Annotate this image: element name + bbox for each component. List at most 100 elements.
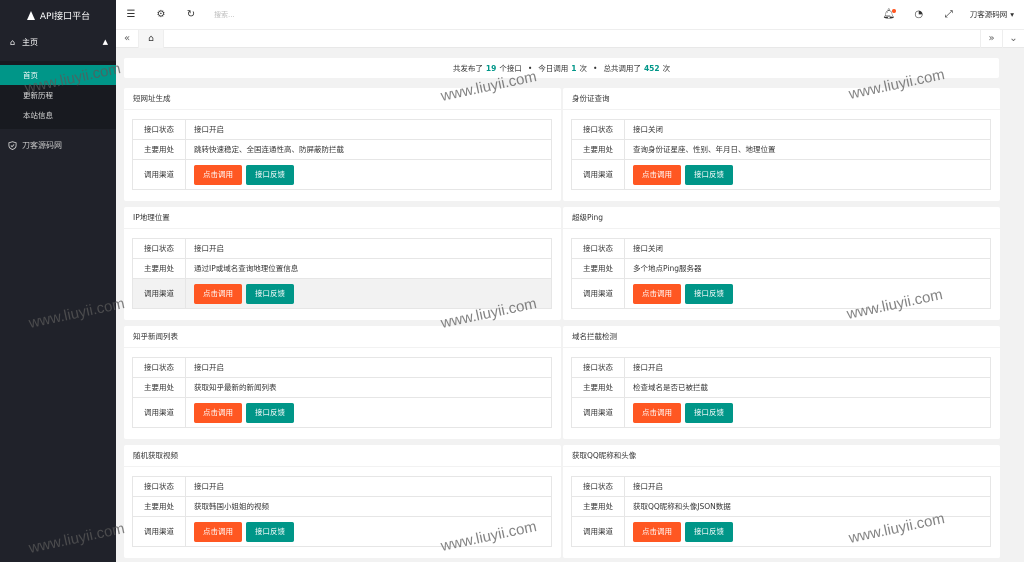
call-api-button[interactable]: 点击调用	[633, 521, 681, 542]
theme-button[interactable]: ⚙	[146, 0, 176, 30]
channel-label: 调用渠道	[571, 516, 625, 547]
api-status: 接口关闭	[624, 238, 991, 259]
call-api-button[interactable]: 点击调用	[194, 521, 242, 542]
notification-button[interactable]: 🔔︎	[874, 0, 904, 30]
api-status: 接口关闭	[624, 119, 991, 140]
feedback-button[interactable]: 接口反馈	[685, 164, 733, 185]
stats-api-count: 19	[485, 63, 497, 73]
tabs-bar: « ⌂ » ⌄	[116, 29, 1024, 48]
stats-today-count: 1	[571, 63, 577, 73]
feedback-button[interactable]: 接口反馈	[246, 402, 294, 423]
tabs-right: » ⌄	[980, 29, 1024, 48]
api-card: 知乎新闻列表 接口状态 接口开启 主要用处 获取知乎最新的新闻列表 调用渠道 点击调用…	[124, 326, 561, 439]
usage-label: 主要用处	[571, 139, 625, 160]
theme-color-button[interactable]: ◔	[904, 0, 934, 30]
api-actions: 点击调用 接口反馈	[185, 516, 552, 547]
tabs-scroll-right-button[interactable]: »	[980, 29, 1002, 48]
sidebar-item-site[interactable]: 刀客源码网	[0, 133, 116, 157]
api-card-title: 随机获取视频	[124, 445, 561, 467]
api-actions: 点击调用 接口反馈	[624, 397, 991, 428]
api-status: 接口开启	[185, 476, 552, 497]
call-api-button[interactable]: 点击调用	[633, 283, 681, 304]
double-chevron-right-icon: »	[988, 33, 995, 44]
stats-total-count: 452	[643, 63, 660, 73]
call-api-button[interactable]: 点击调用	[633, 402, 681, 423]
status-label: 接口状态	[571, 476, 625, 497]
api-status: 接口开启	[185, 119, 552, 140]
menu-toggle-button[interactable]: ☰	[116, 0, 146, 30]
sidebar-item-info[interactable]: 本站信息	[0, 105, 116, 125]
api-status: 接口开启	[624, 476, 991, 497]
status-label: 接口状态	[132, 476, 186, 497]
api-card-title: 域名拦截检测	[563, 326, 1000, 348]
api-description: 查询身份证星座、性别、年月日、地理位置	[624, 139, 991, 160]
call-api-button[interactable]: 点击调用	[194, 164, 242, 185]
refresh-button[interactable]: ↻	[176, 0, 206, 30]
channel-label: 调用渠道	[132, 516, 186, 547]
feedback-button[interactable]: 接口反馈	[685, 402, 733, 423]
chevron-down-icon: ⌄	[1009, 33, 1018, 44]
stats-total-unit: 次	[662, 63, 671, 73]
sidebar-group-home[interactable]: ⌂ 主页 ▲	[0, 30, 116, 54]
stats-total-prefix: 总共调用了	[603, 63, 641, 73]
api-card: 域名拦截检测 接口状态 接口开启 主要用处 检查域名是否已被拦截 调用渠道 点击调用接…	[563, 326, 1000, 439]
usage-label: 主要用处	[132, 377, 186, 398]
api-card: 身份证查询 接口状态 接口关闭 主要用处 查询身份证星座、性别、年月日、地理位置 调…	[563, 88, 1000, 201]
fullscreen-button[interactable]: ⤢	[934, 0, 964, 30]
api-description: 通过IP或域名查询地理位置信息	[185, 258, 552, 279]
api-card-title: 知乎新闻列表	[124, 326, 561, 348]
double-chevron-left-icon: «	[123, 33, 131, 44]
api-actions: 点击调用 接口反馈	[185, 159, 552, 190]
api-description: 获取韩国小姐姐的视频	[185, 496, 552, 517]
api-description: 多个地点Ping服务器	[624, 258, 991, 279]
status-label: 接口状态	[571, 238, 625, 259]
status-label: 接口状态	[132, 357, 186, 378]
api-info-table: 接口状态 接口开启 主要用处 获取韩国小姐姐的视频 调用渠道 点击调用 接口反馈	[132, 476, 552, 547]
usage-label: 主要用处	[132, 139, 186, 160]
tab-home[interactable]: ⌂	[138, 29, 164, 48]
api-info-table: 接口状态 接口开启 主要用处 通过IP或域名查询地理位置信息 调用渠道 点击调用 接口反…	[132, 238, 552, 309]
api-card: 获取QQ昵称和头像 接口状态 接口开启 主要用处 获取QQ昵称和头像JSON数据 调…	[563, 445, 1000, 558]
api-description: 获取QQ昵称和头像JSON数据	[624, 496, 991, 517]
api-status: 接口开启	[185, 238, 552, 259]
home-icon: ⌂	[9, 37, 16, 47]
api-status: 接口开启	[624, 357, 991, 378]
usage-label: 主要用处	[132, 258, 186, 279]
tabs-dropdown-button[interactable]: ⌄	[1002, 29, 1024, 48]
api-info-table: 接口状态 接口开启 主要用处 获取QQ昵称和头像JSON数据 调用渠道 点击调用 接口反…	[571, 476, 991, 547]
api-card: 短网址生成 接口状态 接口开启 主要用处 跳转快速稳定、全国连通性高、防屏蔽防拦截 …	[124, 88, 561, 201]
sidebar-item-home[interactable]: 首页	[0, 65, 116, 85]
logo[interactable]: API接口平台	[0, 0, 116, 30]
sidebar-item-history[interactable]: 更新历程	[0, 85, 116, 105]
header-right: 🔔︎ ◔ ⤢ 刀客源码网 ▾	[874, 0, 1024, 30]
stats-prefix: 共发布了	[452, 63, 483, 73]
api-actions: 点击调用 接口反馈	[624, 516, 991, 547]
api-actions: 点击调用 接口反馈	[624, 278, 991, 309]
feedback-button[interactable]: 接口反馈	[246, 521, 294, 542]
feedback-button[interactable]: 接口反馈	[246, 283, 294, 304]
call-api-button[interactable]: 点击调用	[633, 164, 681, 185]
api-actions: 点击调用 接口反馈	[624, 159, 991, 190]
logo-icon	[26, 10, 36, 20]
channel-label: 调用渠道	[132, 397, 186, 428]
tabs-scroll-left-button[interactable]: «	[116, 30, 138, 48]
usage-label: 主要用处	[132, 496, 186, 517]
usage-label: 主要用处	[571, 496, 625, 517]
menu-fold-icon: ☰	[126, 9, 136, 20]
call-api-button[interactable]: 点击调用	[194, 402, 242, 423]
status-label: 接口状态	[132, 238, 186, 259]
usage-label: 主要用处	[571, 377, 625, 398]
feedback-button[interactable]: 接口反馈	[685, 521, 733, 542]
stats-today-unit: 次	[579, 63, 588, 73]
api-info-table: 接口状态 接口开启 主要用处 检查域名是否已被拦截 调用渠道 点击调用 接口反馈	[571, 357, 991, 428]
feedback-button[interactable]: 接口反馈	[685, 283, 733, 304]
call-api-button[interactable]: 点击调用	[194, 283, 242, 304]
api-actions: 点击调用 接口反馈	[185, 278, 552, 309]
search-input[interactable]	[214, 6, 334, 23]
user-name: 刀客源码网	[969, 10, 1008, 19]
api-card-title: 获取QQ昵称和头像	[563, 445, 1000, 467]
user-menu[interactable]: 刀客源码网 ▾	[964, 9, 1024, 20]
app-title: API接口平台	[39, 11, 91, 22]
api-description: 跳转快速稳定、全国连通性高、防屏蔽防拦截	[185, 139, 552, 160]
feedback-button[interactable]: 接口反馈	[246, 164, 294, 185]
